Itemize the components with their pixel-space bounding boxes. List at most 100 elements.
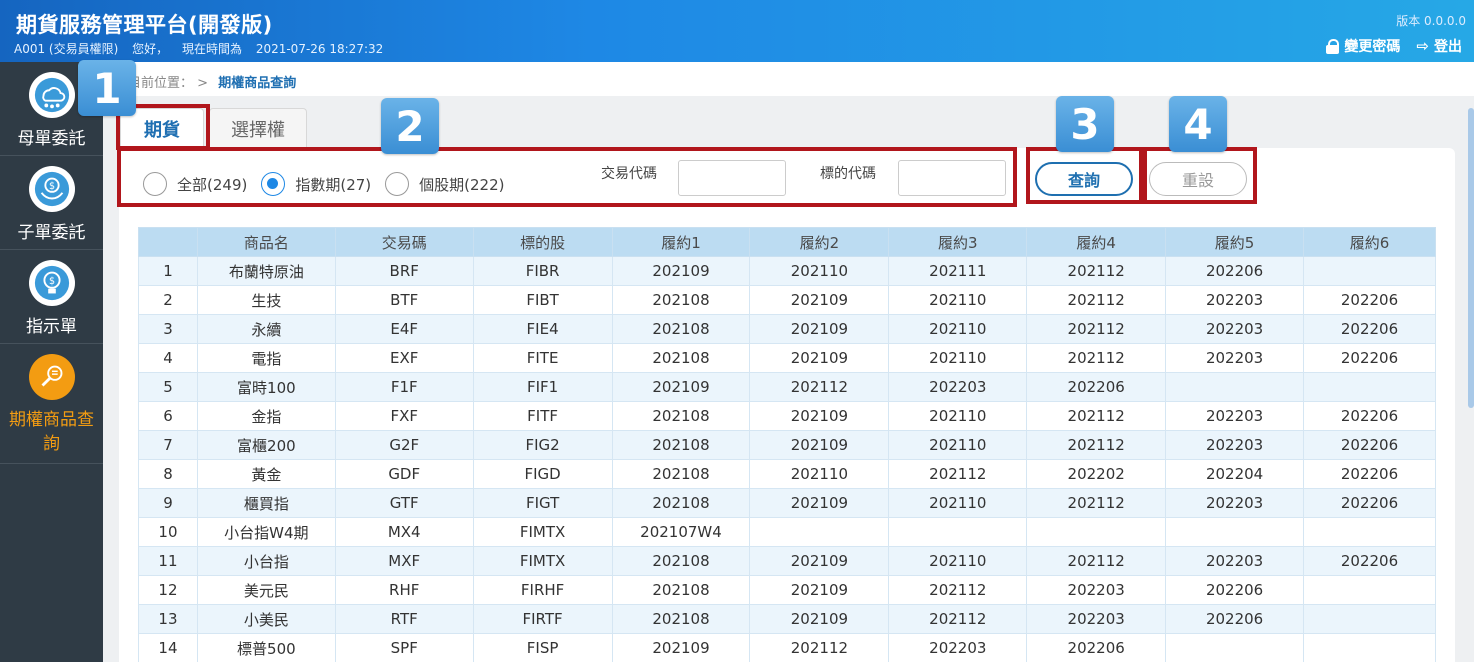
table-cell: 202109 — [749, 604, 890, 634]
table-cell: FIMTX — [472, 517, 613, 547]
table-cell: BTF — [334, 285, 474, 315]
table-cell: FIRTF — [472, 604, 613, 634]
table-cell: 202112 — [1026, 546, 1167, 576]
table-cell: 9 — [138, 488, 198, 518]
table-cell: 202206 — [1303, 314, 1436, 344]
table-cell: FIGD — [472, 459, 613, 489]
table-row[interactable]: 3 永續 E4F FIE4 202108 202109 202110 202112 202203… — [138, 314, 1436, 344]
breadcrumb-current[interactable]: 期權商品查詢 — [218, 76, 296, 91]
table-cell: FIMTX — [472, 546, 613, 576]
table-row[interactable]: 1 布蘭特原油 BRF FIBR 202109 202110 202111 202112 202… — [138, 256, 1436, 286]
table-cell: 202112 — [749, 633, 890, 662]
table-cell: 202203 — [1165, 401, 1305, 431]
table-cell: BRF — [334, 256, 474, 286]
radio-button[interactable] — [261, 172, 286, 196]
table-cell — [1303, 372, 1436, 402]
table-cell: 202110 — [888, 401, 1028, 431]
table-cell: 202109 — [611, 633, 751, 662]
change-password-label: 變更密碼 — [1344, 39, 1401, 55]
cloud-network-icon — [29, 72, 75, 118]
table-row[interactable]: 4 電指 EXF FITE 202108 202109 202110 202112 202203… — [138, 343, 1436, 373]
table-row[interactable]: 7 富櫃200 G2F FIG2 202108 202109 202110 202112 202… — [138, 430, 1436, 460]
table-cell: 13 — [138, 604, 198, 634]
column-header: 履約3 — [888, 227, 1028, 257]
sidebar-item-instruction[interactable]: $ 指示單 — [0, 250, 103, 344]
table-cell: 202109 — [749, 488, 890, 518]
table-cell: 202112 — [1026, 256, 1167, 286]
radio-label: 指數期(27) — [295, 175, 372, 194]
table-cell: 2 — [138, 285, 198, 315]
sidebar-item-child-order[interactable]: $ 子單委託 — [0, 156, 103, 250]
table-cell: 202107W4 — [611, 517, 751, 547]
radio-all[interactable]: 全部(249) — [143, 172, 247, 196]
table-cell — [1026, 517, 1167, 547]
column-header: 交易碼 — [334, 227, 474, 257]
table-cell: 202108 — [611, 343, 751, 373]
table-cell — [1303, 256, 1436, 286]
step-badge-2: 2 — [381, 98, 439, 154]
reset-button[interactable]: 重設 — [1149, 162, 1247, 196]
table-row[interactable]: 14 標普500 SPF FISP 202109 202112 202203 202206 — [138, 633, 1436, 662]
step-badge-1: 1 — [78, 60, 136, 116]
underlying-code-input[interactable] — [898, 160, 1006, 196]
breadcrumb-separator: > — [197, 76, 209, 91]
app-title: 期貨服務管理平台(開發版) — [16, 13, 273, 37]
table-header-row: 商品名 交易碼 標的股 履約1 履約2 履約3 履約4 履約5 履約6 — [138, 227, 1436, 257]
table-cell: 6 — [138, 401, 198, 431]
table-cell: 202109 — [611, 256, 751, 286]
table-row[interactable]: 2 生技 BTF FIBT 202108 202109 202110 202112 202203… — [138, 285, 1436, 315]
trade-code-input[interactable] — [678, 160, 786, 196]
table-row[interactable]: 12 美元民 RHF FIRHF 202108 202109 202112 202203 202… — [138, 575, 1436, 605]
table-cell: 202203 — [1165, 343, 1305, 373]
table-cell: 202112 — [1026, 401, 1167, 431]
underlying-code-label: 標的代碼 — [820, 166, 876, 182]
header-actions: 變更密碼 ⇨ 登出 — [1326, 36, 1462, 56]
table-row[interactable]: 8 黃金 GDF FIGD 202108 202110 202112 202202 202204… — [138, 459, 1436, 489]
table-cell: 富櫃200 — [196, 430, 336, 460]
table-cell: 202112 — [749, 372, 890, 402]
user-info: A001 (交易員權限) 您好， 現在時間為 2021-07-26 18:27:… — [14, 40, 393, 57]
table-cell: 202110 — [888, 488, 1028, 518]
table-cell — [1303, 604, 1436, 634]
table-cell: 202112 — [1026, 488, 1167, 518]
radio-button[interactable] — [385, 172, 410, 196]
column-header: 履約6 — [1303, 227, 1436, 257]
table-row[interactable]: 13 小美民 RTF FIRTF 202108 202109 202112 202203 202… — [138, 604, 1436, 634]
table-cell: 202109 — [749, 314, 890, 344]
table-cell: 202110 — [888, 430, 1028, 460]
radio-stock[interactable]: 個股期(222) — [385, 172, 504, 196]
column-header: 履約1 — [611, 227, 751, 257]
change-password-button[interactable]: 變更密碼 — [1326, 36, 1400, 56]
query-button[interactable]: 查詢 — [1035, 162, 1133, 196]
table-cell: 金指 — [196, 401, 336, 431]
table-row[interactable]: 10 小台指W4期 MX4 FIMTX 202107W4 — [138, 517, 1436, 547]
product-table: 商品名 交易碼 標的股 履約1 履約2 履約3 履約4 履約5 履約6 1 布蘭特原油 BRF FIB… — [138, 227, 1436, 662]
table-row[interactable]: 11 小台指 MXF FIMTX 202108 202109 202110 202112 202… — [138, 546, 1436, 576]
table-cell: GTF — [334, 488, 474, 518]
table-row[interactable]: 9 櫃買指 GTF FIGT 202108 202109 202110 202112 20220… — [138, 488, 1436, 518]
table-cell: FIE4 — [472, 314, 613, 344]
table-cell: 202203 — [888, 372, 1028, 402]
table-cell: 202206 — [1303, 459, 1436, 489]
scrollbar[interactable] — [1468, 108, 1474, 408]
table-cell: 202110 — [888, 343, 1028, 373]
table-cell: 202203 — [1165, 430, 1305, 460]
lock-icon — [1326, 38, 1340, 54]
table-cell: 202108 — [611, 604, 751, 634]
sidebar-item-product-query[interactable]: 期權商品查詢 — [0, 344, 103, 464]
table-cell: 202112 — [1026, 314, 1167, 344]
money-hands-icon: $ — [29, 166, 75, 212]
table-row[interactable]: 5 富時100 F1F FIF1 202109 202112 202203 202206 — [138, 372, 1436, 402]
radio-index[interactable]: 指數期(27) — [261, 172, 371, 196]
table-cell: 202112 — [1026, 430, 1167, 460]
table-cell: FIBR — [472, 256, 613, 286]
table-cell: 202109 — [749, 546, 890, 576]
tab-options[interactable]: 選擇權 — [209, 108, 307, 148]
table-cell: 202110 — [888, 546, 1028, 576]
table-cell: 202206 — [1303, 285, 1436, 315]
table-cell: 202203 — [1165, 488, 1305, 518]
table-cell — [1165, 372, 1305, 402]
radio-button[interactable] — [143, 172, 167, 196]
logout-button[interactable]: ⇨ 登出 — [1416, 36, 1462, 56]
table-row[interactable]: 6 金指 FXF FITF 202108 202109 202110 202112 202203… — [138, 401, 1436, 431]
